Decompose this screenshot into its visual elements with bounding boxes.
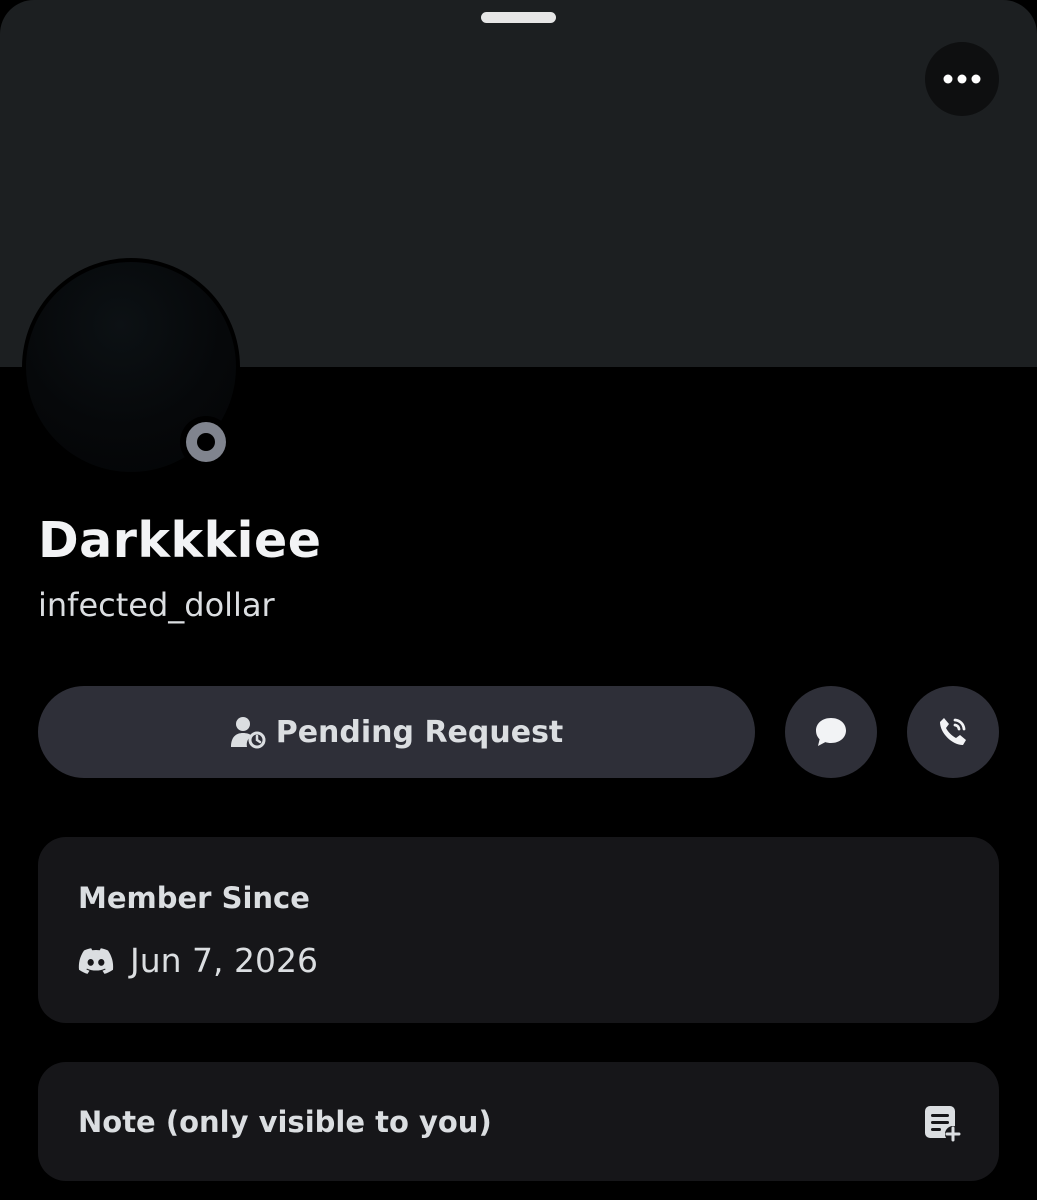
member-since-row: Jun 7, 2026: [78, 941, 318, 980]
more-horizontal-icon: [943, 74, 981, 84]
offline-status-icon: [186, 422, 226, 462]
more-options-button[interactable]: [925, 42, 999, 116]
pending-request-button[interactable]: Pending Request: [38, 686, 755, 778]
note-title: Note (only visible to you): [78, 1105, 492, 1139]
pending-friend-icon: [230, 717, 266, 749]
member-since-title: Member Since: [78, 881, 310, 915]
profile-sheet: Darkkkiee infected_dollar Pending Reques…: [0, 0, 1037, 1200]
discord-logo-icon: [78, 947, 114, 974]
member-since-date: Jun 7, 2026: [130, 941, 319, 980]
add-note-icon[interactable]: [923, 1104, 961, 1142]
chat-bubble-icon: [816, 718, 846, 746]
display-name: Darkkkiee: [38, 512, 322, 569]
pending-request-label: Pending Request: [275, 714, 564, 750]
username: infected_dollar: [38, 586, 275, 624]
status-indicator: [180, 416, 232, 468]
member-since-card: Member Since Jun 7, 2026: [38, 837, 999, 1023]
phone-call-icon: [940, 718, 966, 745]
call-button[interactable]: [907, 686, 999, 778]
note-card[interactable]: Note (only visible to you): [38, 1062, 999, 1181]
drag-handle[interactable]: [481, 12, 556, 23]
message-button[interactable]: [785, 686, 877, 778]
